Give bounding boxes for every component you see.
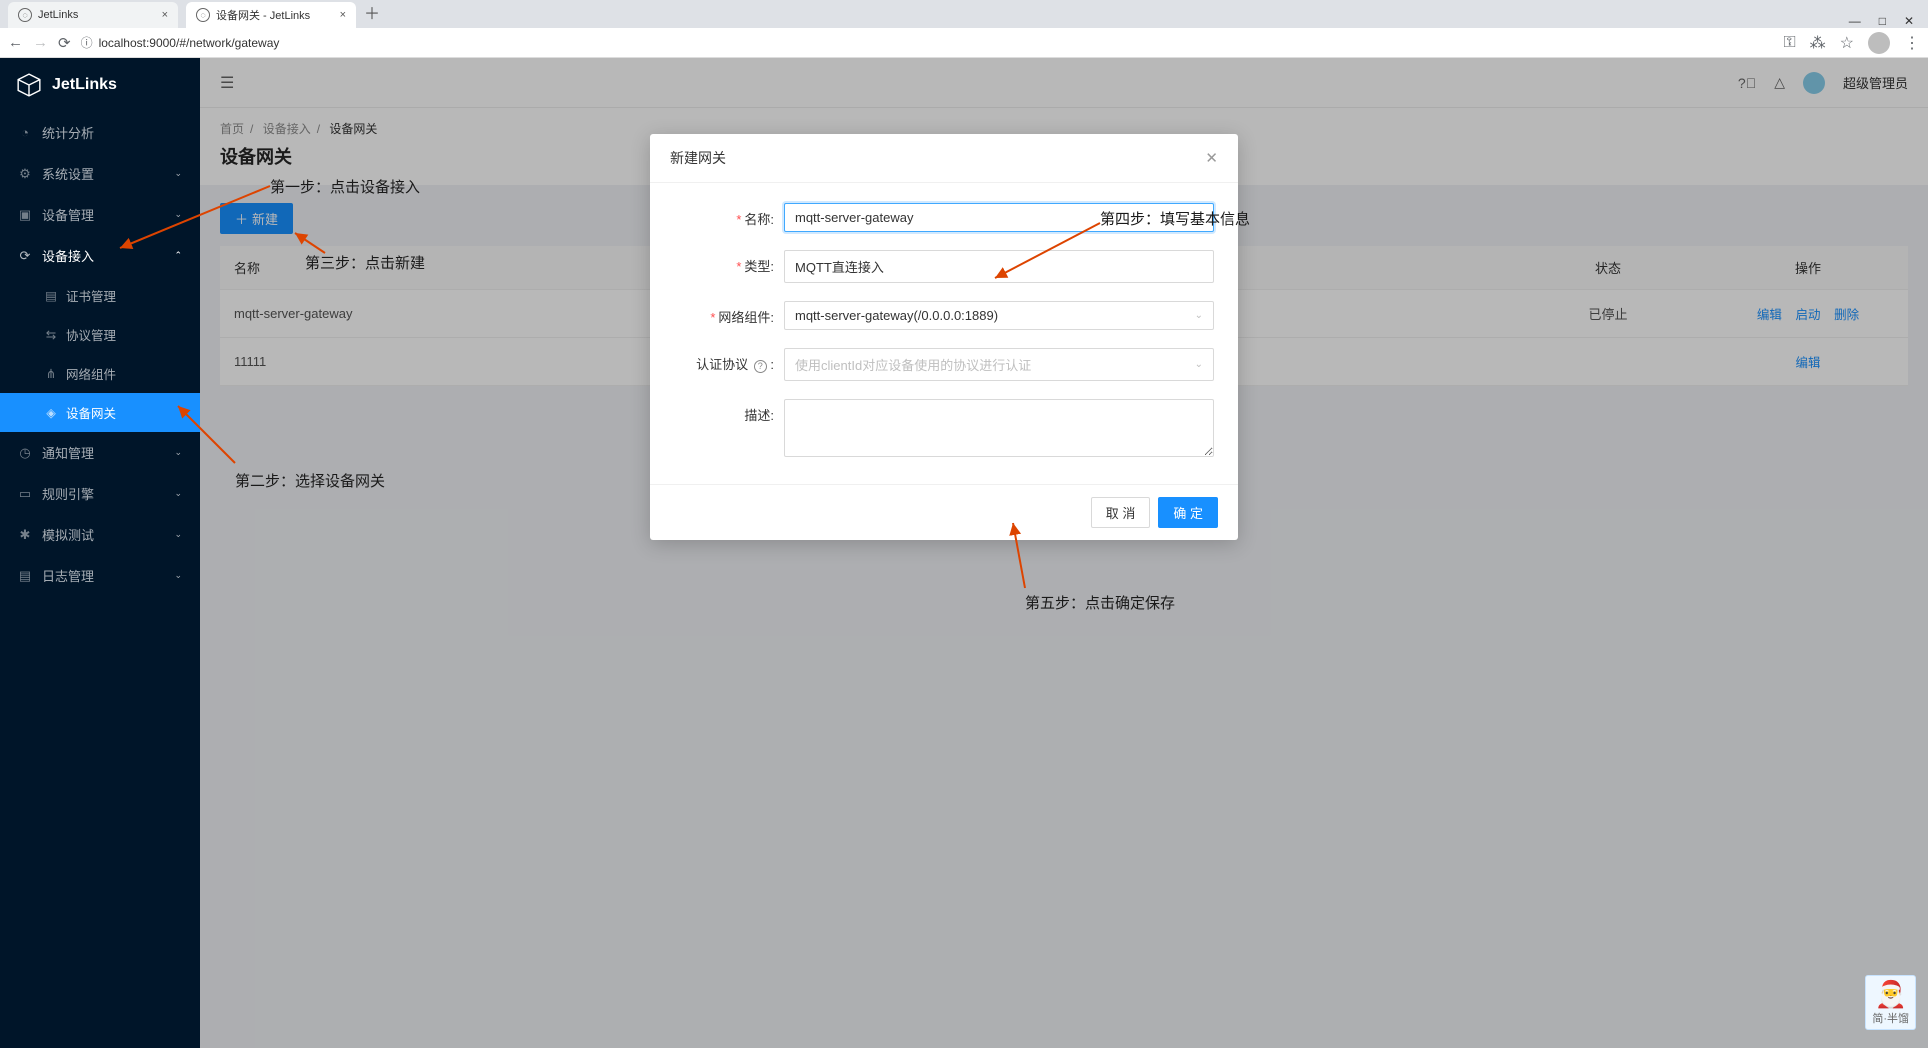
auth-select[interactable]: 使用clientId对应设备使用的协议进行认证⌄ <box>784 348 1214 381</box>
chevron-down-icon: ⌄ <box>174 488 182 499</box>
close-icon[interactable]: ✕ <box>1205 149 1218 167</box>
browser-tab[interactable]: ◌ JetLinks × <box>8 2 178 28</box>
gear-icon: ⚙ <box>18 166 32 182</box>
chevron-down-icon: ⌄ <box>174 570 182 581</box>
chevron-down-icon: ⌄ <box>1195 310 1203 321</box>
globe-icon: ◌ <box>196 8 210 22</box>
cancel-button[interactable]: 取 消 <box>1091 497 1151 528</box>
sidebar-item-notify[interactable]: ◷通知管理⌄ <box>0 432 200 473</box>
sidebar-sub-network[interactable]: ⋔网络组件 <box>0 354 200 393</box>
file-icon: ▤ <box>44 288 58 303</box>
translate-icon[interactable]: ⁂ <box>1810 33 1826 53</box>
sidebar-item-system[interactable]: ⚙系统设置⌄ <box>0 153 200 194</box>
reload-icon[interactable]: ⟳ <box>58 34 71 52</box>
label-auth: 认证协议 <box>696 357 748 372</box>
browser-tabstrip: ◌ JetLinks × ◌ 设备网关 - JetLinks × ＋ ― □ ✕ <box>0 0 1928 28</box>
desc-textarea[interactable] <box>784 399 1214 457</box>
network-select[interactable]: mqtt-server-gateway(/0.0.0.0:1889)⌄ <box>784 301 1214 330</box>
chevron-down-icon: ⌄ <box>1195 359 1203 370</box>
sidebar: JetLinks ◔统计分析 ⚙系统设置⌄ ▣设备管理⌄ ⟳设备接入⌃ ▤证书管… <box>0 58 200 1048</box>
node-icon: ⋔ <box>44 366 58 381</box>
rule-icon: ▭ <box>18 486 32 502</box>
chevron-down-icon: ⌄ <box>174 447 182 458</box>
sidebar-item-log[interactable]: ▤日志管理⌄ <box>0 555 200 596</box>
type-select[interactable]: MQTT直连接入 <box>784 250 1214 283</box>
sidebar-sub-cert[interactable]: ▤证书管理 <box>0 276 200 315</box>
brand-label: JetLinks <box>52 76 117 94</box>
label-desc: 描述: <box>744 408 774 423</box>
sidebar-sub-gateway[interactable]: ◈设备网关 <box>0 393 200 432</box>
gateway-icon: ◈ <box>44 405 58 420</box>
label-network: 网络组件: <box>718 310 774 325</box>
sidebar-item-access[interactable]: ⟳设备接入⌃ <box>0 235 200 276</box>
chevron-down-icon: ⌄ <box>174 209 182 220</box>
sidebar-item-sim[interactable]: ✱模拟测试⌄ <box>0 514 200 555</box>
bug-icon: ✱ <box>18 527 32 543</box>
sync-icon: ⟳ <box>18 248 32 264</box>
tab-title: 设备网关 - JetLinks <box>216 7 310 23</box>
sidebar-item-stats[interactable]: ◔统计分析 <box>0 112 200 153</box>
back-icon[interactable]: ← <box>8 34 23 51</box>
create-gateway-modal: 新建网关 ✕ *名称: *类型: MQTT直连接入 *网络组件: mqtt-se… <box>650 134 1238 540</box>
globe-icon: ◌ <box>18 8 32 22</box>
star-icon[interactable]: ☆ <box>1840 33 1854 53</box>
close-window-icon[interactable]: ✕ <box>1904 14 1914 28</box>
chevron-up-icon: ⌃ <box>174 250 182 261</box>
main: ☰ ?⃝ △ 超级管理员 首页/ 设备接入/ 设备网关 设备网关 ＋ 新建 <box>200 58 1928 1048</box>
share-icon: ⇆ <box>44 327 58 342</box>
label-type: 类型: <box>744 259 774 274</box>
modal-title: 新建网关 <box>670 148 726 168</box>
chevron-down-icon: ⌄ <box>174 168 182 179</box>
maximize-icon[interactable]: □ <box>1879 14 1886 28</box>
sidebar-sub-protocol[interactable]: ⇆协议管理 <box>0 315 200 354</box>
close-icon[interactable]: × <box>340 9 346 21</box>
log-icon: ▤ <box>18 568 32 584</box>
mascot-badge[interactable]: 简·半馏 <box>1865 975 1916 1030</box>
minimize-icon[interactable]: ― <box>1849 14 1861 28</box>
address-bar[interactable]: ⓘ localhost:9000/#/network/gateway <box>81 34 1774 51</box>
info-icon: ⓘ <box>81 34 93 51</box>
label-name: 名称: <box>744 212 774 227</box>
brand[interactable]: JetLinks <box>0 58 200 112</box>
cube-icon <box>16 72 42 98</box>
menu-icon[interactable]: ⋮ <box>1904 33 1920 53</box>
tab-title: JetLinks <box>38 9 78 21</box>
browser-toolbar: ← → ⟳ ⓘ localhost:9000/#/network/gateway… <box>0 28 1928 58</box>
device-icon: ▣ <box>18 207 32 223</box>
new-tab-button[interactable]: ＋ <box>356 0 388 28</box>
clock-icon: ◷ <box>18 445 32 461</box>
profile-avatar[interactable] <box>1868 32 1890 54</box>
forward-icon[interactable]: → <box>33 34 48 51</box>
sidebar-item-rule[interactable]: ▭规则引擎⌄ <box>0 473 200 514</box>
help-icon[interactable]: ? <box>754 360 767 373</box>
browser-tab[interactable]: ◌ 设备网关 - JetLinks × <box>186 2 356 28</box>
chevron-down-icon: ⌄ <box>174 529 182 540</box>
key-icon[interactable]: ⚿ <box>1783 34 1795 52</box>
sidebar-item-device[interactable]: ▣设备管理⌄ <box>0 194 200 235</box>
ok-button[interactable]: 确 定 <box>1158 497 1218 528</box>
dashboard-icon: ◔ <box>18 125 32 140</box>
url-text: localhost:9000/#/network/gateway <box>99 36 280 50</box>
name-input[interactable] <box>784 203 1214 232</box>
close-icon[interactable]: × <box>162 9 168 21</box>
